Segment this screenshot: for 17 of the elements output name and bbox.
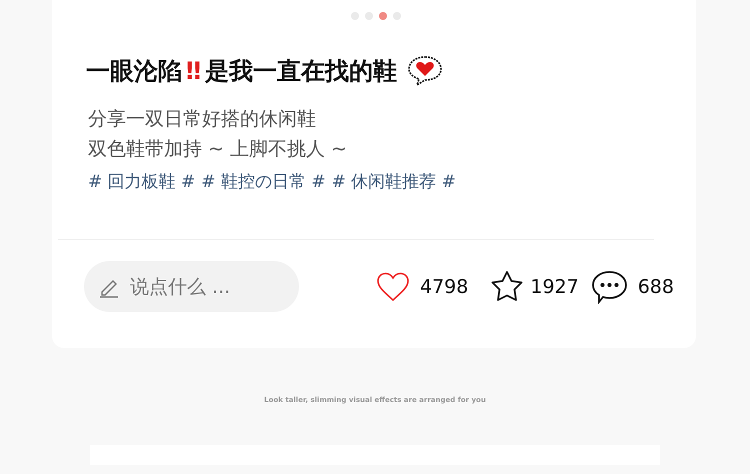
description-text: 双色鞋带加持 ~ 上脚不挑人 ~ — [88, 137, 347, 162]
description-text: 分享一双日常好搭的休闲鞋 — [88, 107, 316, 132]
comment-icon[interactable] — [590, 270, 628, 304]
carousel-dot[interactable] — [379, 12, 387, 20]
favorite-count: 1927 — [530, 276, 579, 298]
heart-speech-bubble-icon — [407, 55, 444, 87]
comment-count: 688 — [638, 276, 674, 298]
heart-icon[interactable] — [376, 272, 410, 302]
like-count: 4798 — [420, 276, 468, 298]
hashtag-link[interactable]: # 回力板鞋 # — [88, 170, 196, 193]
hashtag-link[interactable]: # 休闲鞋推荐 # — [332, 170, 456, 193]
exclamation-marks: ‼ — [186, 56, 202, 87]
title-text: 一眼沦陷 — [86, 56, 182, 87]
star-icon[interactable] — [490, 270, 524, 303]
comment-field[interactable]: 说点什么 ... — [84, 261, 299, 312]
hashtag-link[interactable]: # 鞋控の日常 # — [201, 170, 326, 193]
title-text: 是我一直在找的鞋 — [205, 56, 398, 87]
